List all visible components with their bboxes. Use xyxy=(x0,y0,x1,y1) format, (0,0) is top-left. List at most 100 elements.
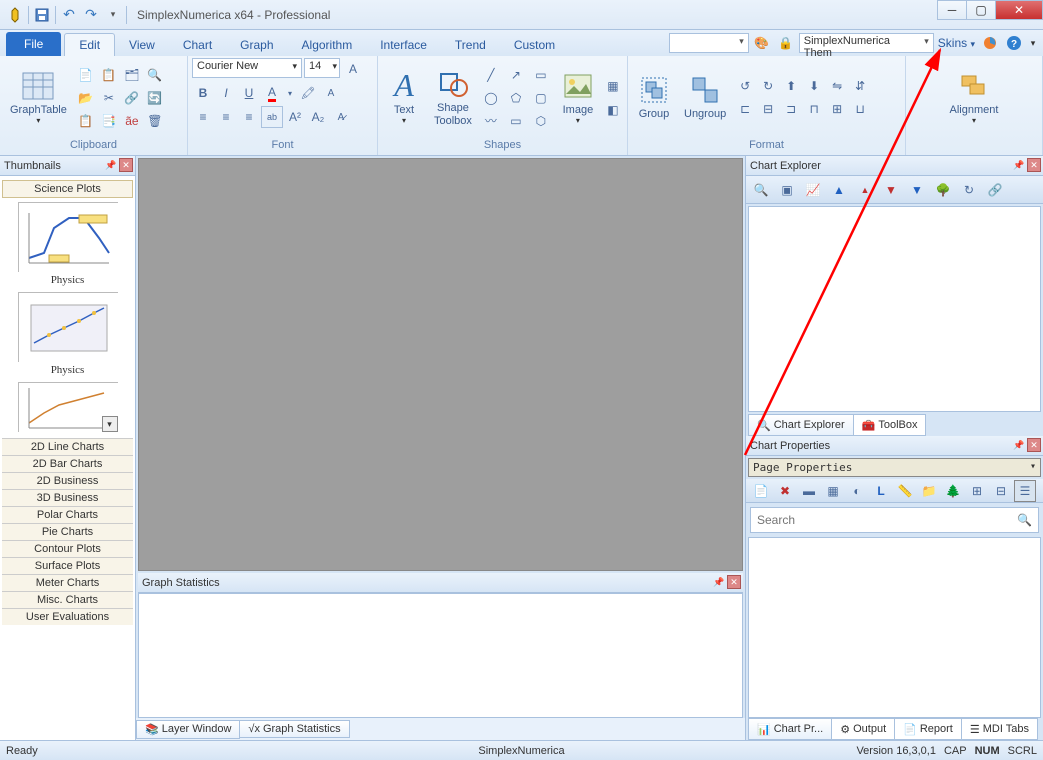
tree2-icon[interactable]: 🌲 xyxy=(942,480,964,502)
align-center-icon[interactable]: ≡ xyxy=(215,106,237,128)
line-icon[interactable]: ╱ xyxy=(480,64,502,86)
panel-close-icon[interactable]: ✕ xyxy=(1027,438,1041,452)
bold-icon[interactable]: B xyxy=(192,82,214,104)
zoom-icon[interactable]: 🔍 xyxy=(750,179,772,201)
alignment-button[interactable]: Alignment ▾ xyxy=(944,68,1005,127)
thumb-dropdown-icon[interactable]: ▾ xyxy=(102,416,118,432)
cat-2d-business[interactable]: 2D Business xyxy=(2,472,133,489)
image-button[interactable]: Image ▾ xyxy=(556,68,600,127)
shape-toolbox-button[interactable]: Shape Toolbox xyxy=(428,66,478,128)
ellipse-icon[interactable]: ◯ xyxy=(480,87,502,109)
bring-front-icon[interactable]: ⬆ xyxy=(780,75,802,97)
props-body[interactable] xyxy=(748,537,1041,718)
send-back-icon[interactable]: ⬇ xyxy=(803,75,825,97)
flip-v-icon[interactable]: ⇵ xyxy=(849,75,871,97)
panel-close-icon[interactable]: ✕ xyxy=(727,575,741,589)
up-blue-icon[interactable]: ▲ xyxy=(828,179,850,201)
fontcolor-dd-icon[interactable]: ▾ xyxy=(284,82,296,104)
redo-icon[interactable]: ↷ xyxy=(80,4,102,26)
select-icon[interactable]: ▣ xyxy=(776,179,798,201)
menu-chart[interactable]: Chart xyxy=(169,34,226,56)
thumbnail-item[interactable]: ▾ xyxy=(18,382,118,432)
align-r-icon[interactable]: ⊐ xyxy=(780,98,802,120)
find-icon[interactable]: 🔍 xyxy=(144,64,166,86)
explorer-body[interactable] xyxy=(748,206,1041,412)
menu-algorithm[interactable]: Algorithm xyxy=(288,34,367,56)
rrect-icon[interactable]: ▢ xyxy=(530,87,552,109)
image-opt1-icon[interactable]: ▦ xyxy=(602,75,624,97)
underline-icon[interactable]: U xyxy=(238,82,260,104)
tab-chart-properties[interactable]: 📊Chart Pr... xyxy=(748,718,832,740)
cat-3d-business[interactable]: 3D Business xyxy=(2,489,133,506)
toggle-icon[interactable]: ◐ xyxy=(846,480,868,502)
menu-trend[interactable]: Trend xyxy=(441,34,500,56)
combo-empty[interactable] xyxy=(669,33,749,53)
rotate-right-icon[interactable]: ↻ xyxy=(757,75,779,97)
clear-format-icon[interactable]: A̷ xyxy=(330,106,352,128)
down-blue-icon[interactable]: ▼ xyxy=(906,179,928,201)
clipboard2-icon[interactable]: 📑 xyxy=(98,110,120,132)
panel-close-icon[interactable]: ✕ xyxy=(119,158,133,172)
details-icon[interactable]: ☰ xyxy=(1014,480,1036,502)
copy-icon[interactable]: 📋 xyxy=(98,64,120,86)
collapse-icon[interactable]: ⊟ xyxy=(990,480,1012,502)
qat-dropdown-icon[interactable]: ▾ xyxy=(102,4,124,26)
fontcolor-icon[interactable]: A xyxy=(261,82,283,104)
rect-icon[interactable]: ▭ xyxy=(530,64,552,86)
pin-icon[interactable]: 📌 xyxy=(1012,158,1026,172)
maximize-button[interactable]: ▢ xyxy=(966,0,996,20)
undo-icon[interactable]: ↶ xyxy=(58,4,80,26)
menu-file[interactable]: File xyxy=(6,32,61,56)
down-red-icon[interactable]: ▼ xyxy=(880,179,902,201)
up-red-icon[interactable]: ▲ xyxy=(854,179,876,201)
cat-2d-line[interactable]: 2D Line Charts xyxy=(2,438,133,455)
cat-meter[interactable]: Meter Charts xyxy=(2,574,133,591)
shrink-font-icon[interactable]: A xyxy=(320,82,342,104)
ungroup-button[interactable]: Ungroup xyxy=(678,72,732,122)
tab-output[interactable]: ⚙Output xyxy=(831,718,895,740)
menu-view[interactable]: View xyxy=(115,34,169,56)
cat-user[interactable]: User Evaluations xyxy=(2,608,133,625)
arrow-icon[interactable]: ↗ xyxy=(505,64,527,86)
tab-chart-explorer[interactable]: 🔍Chart Explorer xyxy=(748,414,854,436)
font-size-combo[interactable]: 14 xyxy=(304,58,340,78)
align-left-icon[interactable]: ≡ xyxy=(192,106,214,128)
lock-icon[interactable]: 🔒 xyxy=(775,32,797,54)
tab-graph-stats[interactable]: √xGraph Statistics xyxy=(239,720,349,738)
tree-icon[interactable]: 🌳 xyxy=(932,179,954,201)
cat-misc[interactable]: Misc. Charts xyxy=(2,591,133,608)
close-button[interactable]: ✕ xyxy=(995,0,1043,20)
align-c-icon[interactable]: ⊟ xyxy=(757,98,779,120)
canvas[interactable] xyxy=(138,158,743,571)
pin-icon[interactable]: 📌 xyxy=(712,575,726,589)
char-icon[interactable]: ãe xyxy=(121,110,143,132)
app-icon[interactable] xyxy=(4,4,26,26)
replace-icon[interactable]: 🔄 xyxy=(144,87,166,109)
expand-icon[interactable]: ⊞ xyxy=(966,480,988,502)
folder-icon[interactable]: 📁 xyxy=(918,480,940,502)
link2-icon[interactable]: 🔗 xyxy=(984,179,1006,201)
italic-icon[interactable]: I xyxy=(215,82,237,104)
cat-contour[interactable]: Contour Plots xyxy=(2,540,133,557)
graphtable-button[interactable]: GraphTable ▾ xyxy=(4,68,73,127)
star-icon[interactable]: ⬡ xyxy=(530,110,552,132)
align-b-icon[interactable]: ⊔ xyxy=(849,98,871,120)
menu-edit[interactable]: Edit xyxy=(64,33,115,56)
delete-prop-icon[interactable]: ✖ xyxy=(774,480,796,502)
delete-icon[interactable]: 🗑 xyxy=(144,110,166,132)
link-icon[interactable]: 🔗 xyxy=(121,87,143,109)
group-button[interactable]: Group xyxy=(632,72,676,122)
theme-combo[interactable]: SimplexNumerica Them xyxy=(799,33,934,53)
image-opt2-icon[interactable]: ◧ xyxy=(602,99,624,121)
font-name-combo[interactable]: Courier New xyxy=(192,58,302,78)
align-right-icon[interactable]: ≡ xyxy=(238,106,260,128)
superscript-icon[interactable]: A² xyxy=(284,106,306,128)
rect2-icon[interactable]: ▭ xyxy=(505,110,527,132)
subscript-icon[interactable]: A₂ xyxy=(307,106,329,128)
ab-box-icon[interactable]: ab xyxy=(261,106,283,128)
pie-icon[interactable] xyxy=(979,32,1001,54)
cat-surface[interactable]: Surface Plots xyxy=(2,557,133,574)
menu-graph[interactable]: Graph xyxy=(226,34,287,56)
refresh-icon[interactable]: ↻ xyxy=(958,179,980,201)
align-m-icon[interactable]: ⊞ xyxy=(826,98,848,120)
